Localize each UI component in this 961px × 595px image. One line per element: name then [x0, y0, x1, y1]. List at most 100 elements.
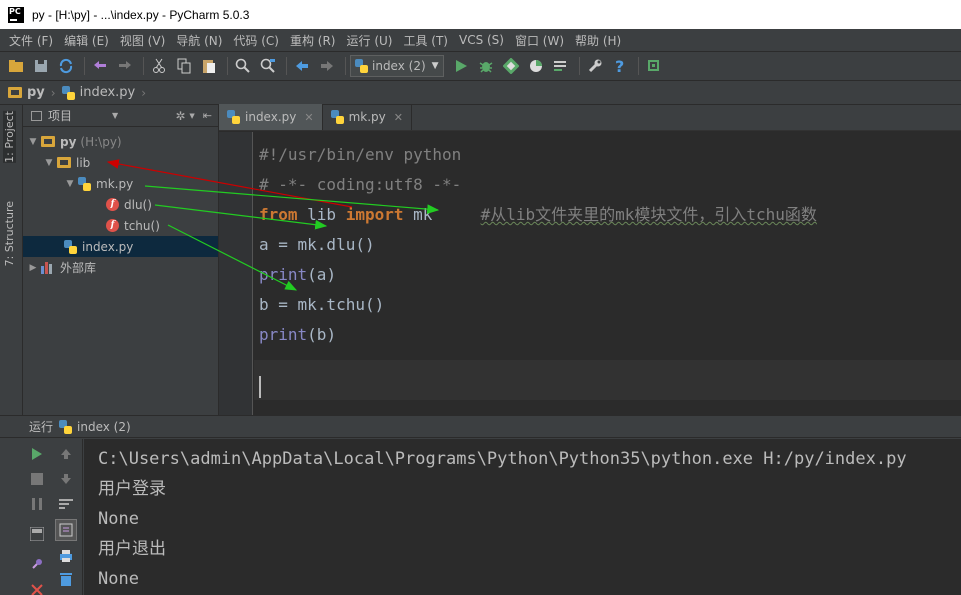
debug-icon[interactable] [475, 55, 497, 77]
tree-item-index[interactable]: index.py [23, 236, 218, 257]
chevron-down-icon[interactable]: ▼ [64, 179, 76, 189]
folder-icon [41, 136, 55, 147]
save-icon[interactable] [30, 55, 52, 77]
editor-tabbar: index.py ✕ mk.py ✕ [219, 104, 961, 131]
code-line: b = mk.tchu() [259, 295, 385, 314]
forward-icon[interactable] [316, 55, 338, 77]
menu-navigate[interactable]: 导航 (N) [171, 32, 227, 49]
breadcrumb-project[interactable]: py [8, 85, 45, 100]
window-title: py - [H:\py] - ...\index.py - PyCharm 5.… [32, 7, 250, 22]
close-icon[interactable]: ✕ [304, 111, 313, 124]
code-area[interactable]: #!/usr/bin/env python # -*- coding:utf8 … [259, 140, 817, 350]
toolbar-separator [227, 57, 228, 75]
menu-help[interactable]: 帮助 (H) [570, 32, 626, 49]
python-file-icon [64, 239, 77, 254]
tree-item-root[interactable]: ▼ py (H:\py) [23, 131, 218, 152]
tree-index-label: index.py [82, 239, 134, 254]
tab-index-py[interactable]: index.py ✕ [219, 104, 323, 130]
toolbar-separator [143, 57, 144, 75]
run-config-dropdown[interactable]: index (2) ▼ [350, 55, 444, 77]
soft-wrap-icon[interactable] [55, 493, 77, 515]
print-icon[interactable] [55, 545, 77, 567]
cut-icon[interactable] [148, 55, 170, 77]
menu-tools[interactable]: 工具 (T) [398, 32, 453, 49]
paste-icon[interactable] [198, 55, 220, 77]
tree-tchu-label: tchu() [124, 218, 160, 233]
open-folder-icon[interactable] [5, 55, 27, 77]
redo-icon[interactable] [114, 55, 136, 77]
menu-refactor[interactable]: 重构 (R) [285, 32, 341, 49]
project-view-label[interactable]: 项目 [48, 107, 72, 124]
tree-mk-label: mk.py [96, 176, 134, 191]
tree-item-external-libs[interactable]: ▶ 外部库 [23, 257, 218, 278]
tree-item-tchu[interactable]: f tchu() [23, 215, 218, 236]
chevron-down-icon[interactable]: ▼ [112, 111, 118, 120]
sync-icon[interactable] [55, 55, 77, 77]
run-panel-config[interactable]: index (2) [77, 420, 131, 434]
text-caret [259, 376, 261, 398]
close-icon[interactable] [26, 579, 48, 595]
menu-run[interactable]: 运行 (U) [342, 32, 398, 49]
run-config-label: index (2) [372, 59, 426, 73]
settings-wrench-icon[interactable] [584, 55, 606, 77]
tab-mk-py[interactable]: mk.py ✕ [323, 104, 412, 130]
copy-icon[interactable] [173, 55, 195, 77]
chevron-right-icon: › [50, 85, 56, 100]
builtin: print [259, 265, 308, 284]
title-bar: PC py - [H:\py] - ...\index.py - PyCharm… [0, 0, 961, 29]
replace-icon[interactable] [257, 55, 279, 77]
menu-code[interactable]: 代码 (C) [228, 32, 284, 49]
help-icon[interactable]: ? [609, 55, 631, 77]
python-file-icon [330, 110, 344, 124]
run-icon[interactable] [450, 55, 472, 77]
chevron-down-icon[interactable]: ▼ [189, 112, 194, 120]
import-name: mk [403, 205, 481, 224]
menu-edit[interactable]: 编辑 (E) [59, 32, 114, 49]
chevron-right-icon[interactable]: ▶ [27, 263, 39, 273]
tab-label: index.py [245, 110, 297, 124]
gear-icon[interactable]: ✲ [175, 109, 185, 123]
pin-icon[interactable] [26, 553, 48, 575]
layout-icon[interactable] [26, 523, 48, 545]
rerun-icon[interactable] [26, 443, 48, 465]
trash-icon[interactable] [55, 568, 77, 590]
keyword: from [259, 205, 298, 224]
current-line-highlight [254, 360, 961, 400]
builtin: print [259, 325, 308, 344]
pause-icon[interactable] [26, 493, 48, 515]
back-icon[interactable] [291, 55, 313, 77]
arrow-up-icon[interactable] [55, 443, 77, 465]
tree-item-dlu[interactable]: f dlu() [23, 194, 218, 215]
arrow-down-icon[interactable] [55, 468, 77, 490]
menu-window[interactable]: 窗口 (W) [510, 32, 569, 49]
find-icon[interactable] [232, 55, 254, 77]
close-icon[interactable]: ✕ [394, 111, 403, 124]
tasks-icon[interactable] [550, 55, 572, 77]
menu-vcs[interactable]: VCS (S) [454, 33, 509, 47]
console-line: 用户登录 [98, 479, 166, 499]
tree-root-label: py [60, 134, 77, 149]
python-file-icon [78, 176, 91, 191]
menu-file[interactable]: 文件 (F) [4, 32, 58, 49]
coverage-icon[interactable] [500, 55, 522, 77]
chevron-down-icon[interactable]: ▼ [43, 158, 55, 168]
toolbar-separator [84, 57, 85, 75]
terminal-icon[interactable] [643, 55, 665, 77]
code-line: a = mk.dlu() [259, 235, 375, 254]
breadcrumb: py › index.py › [0, 81, 961, 105]
profile-icon[interactable] [525, 55, 547, 77]
tab-structure[interactable]: 7: Structure [3, 201, 16, 266]
hide-panel-icon[interactable]: ⇤ [203, 109, 212, 122]
breadcrumb-file[interactable]: index.py [61, 85, 135, 100]
tab-project[interactable]: 1: Project [3, 111, 16, 163]
scroll-to-end-icon[interactable] [55, 519, 77, 541]
function-icon: f [106, 198, 119, 211]
chevron-down-icon[interactable]: ▼ [27, 137, 39, 147]
tree-item-lib[interactable]: ▼ lib [23, 152, 218, 173]
chevron-right-icon: › [141, 85, 147, 100]
tree-item-mk[interactable]: ▼ mk.py [23, 173, 218, 194]
undo-icon[interactable] [89, 55, 111, 77]
menu-view[interactable]: 视图 (V) [115, 32, 170, 49]
console-output[interactable]: C:\Users\admin\AppData\Local\Programs\Py… [84, 439, 961, 595]
stop-icon[interactable] [26, 468, 48, 490]
